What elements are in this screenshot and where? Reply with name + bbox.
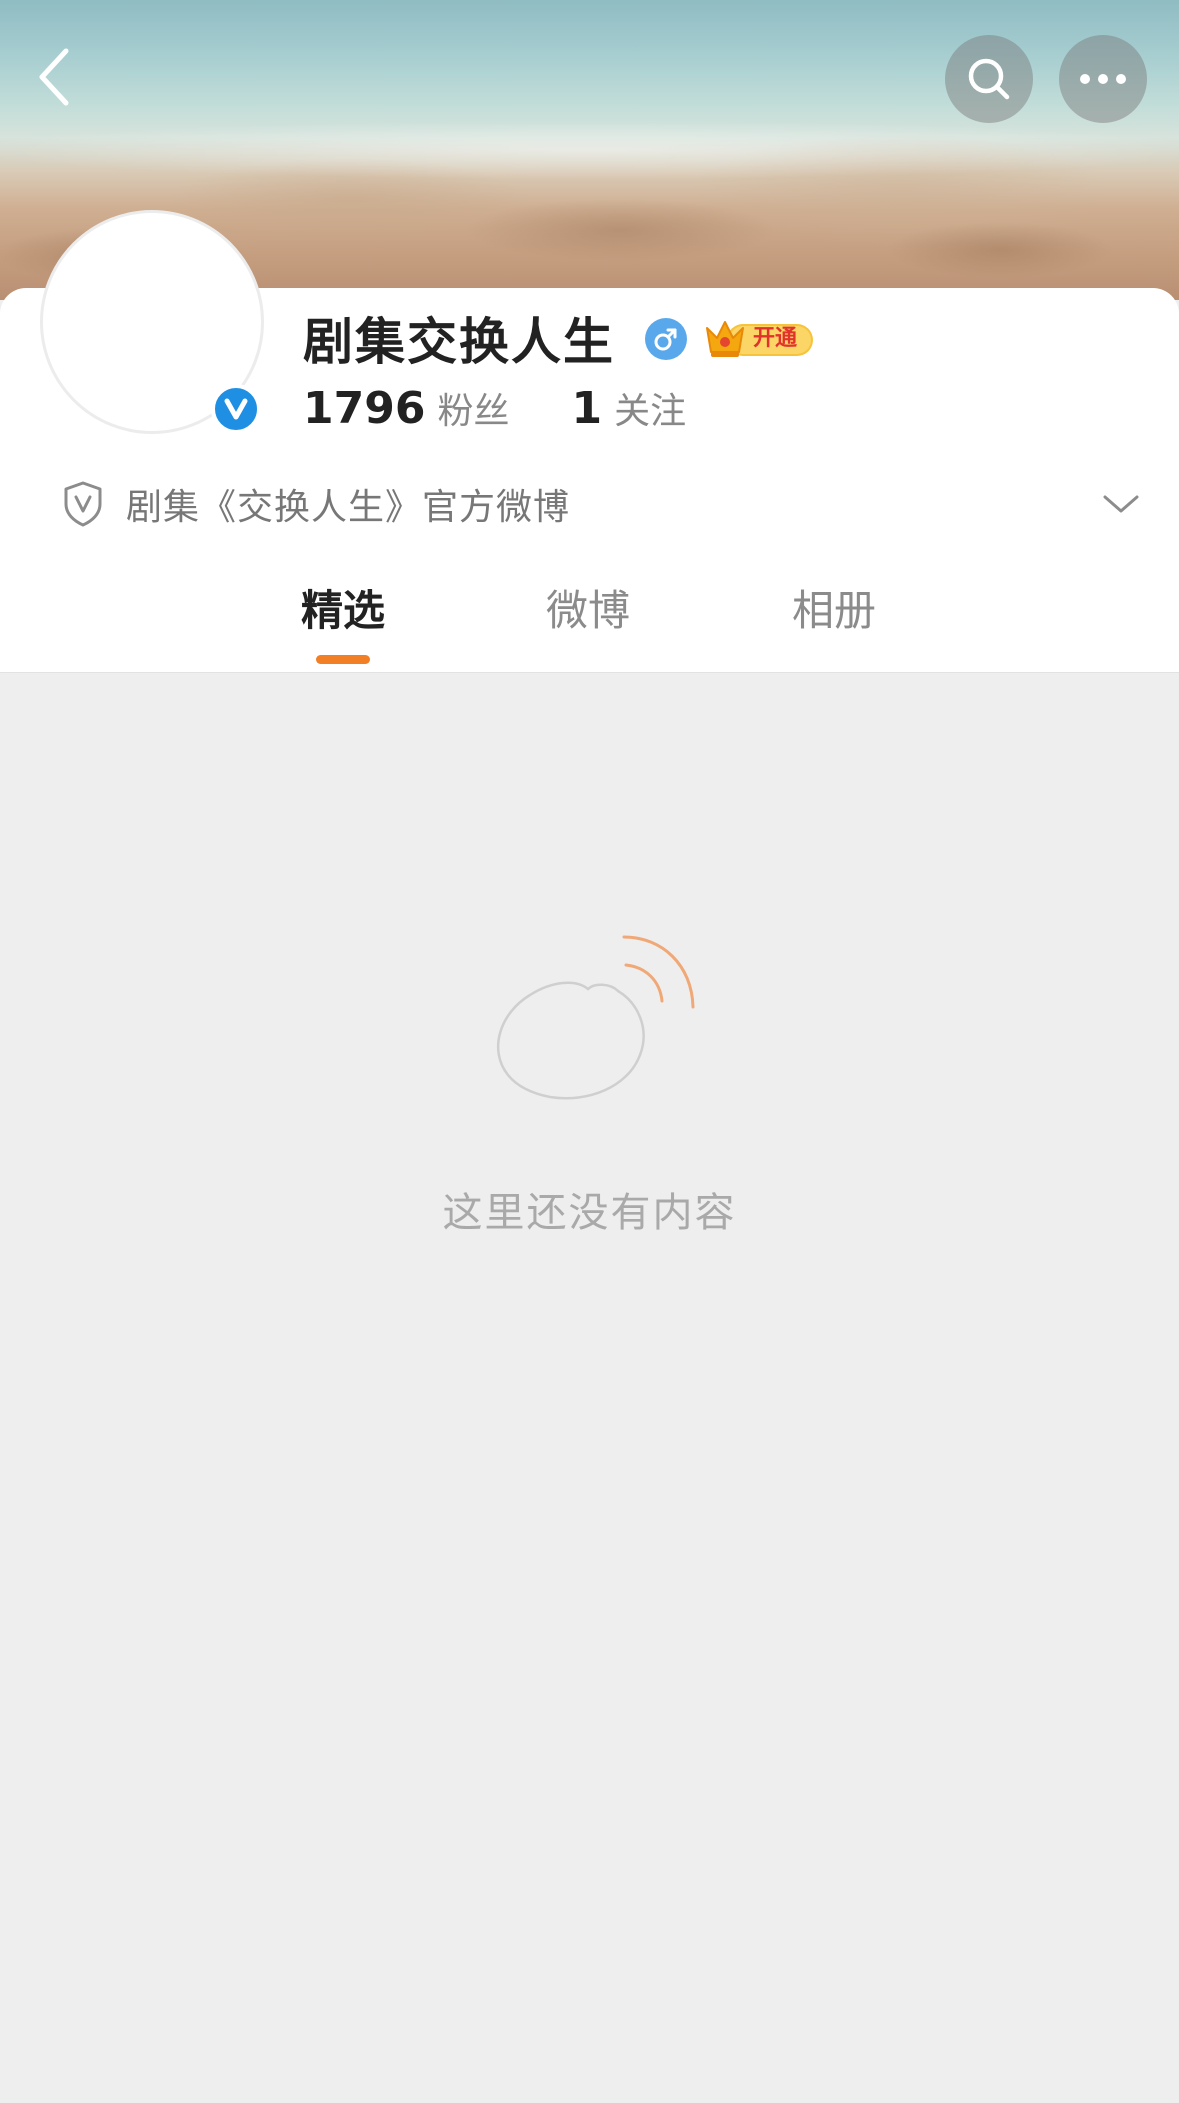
chevron-down-icon — [1103, 495, 1139, 513]
weibo-empty-icon — [496, 935, 695, 1100]
back-button[interactable] — [24, 42, 84, 112]
followers-count[interactable]: 1796 — [303, 383, 425, 434]
profile-name: 剧集交换人生 — [303, 313, 615, 371]
banner-wave-highlight — [0, 120, 1179, 180]
profile-description: 剧集《交换人生》官方微博 — [126, 487, 571, 528]
followers-label[interactable]: 粉丝 — [437, 382, 509, 434]
tab-featured[interactable]: 精选 — [298, 576, 388, 646]
empty-state-message: 这里还没有内容 — [442, 1190, 737, 1236]
tab-album[interactable]: 相册 — [789, 576, 879, 646]
expand-description-button[interactable] — [1098, 484, 1144, 524]
verified-v-icon — [224, 398, 248, 420]
tab-weibo[interactable]: 微博 — [543, 576, 633, 646]
chevron-left-icon — [39, 48, 69, 106]
profile-description-row[interactable]: 剧集《交换人生》官方微博 — [62, 476, 570, 532]
ellipsis-icon — [1080, 74, 1126, 84]
vip-open-badge[interactable]: 开通 — [703, 316, 815, 362]
gender-badge — [645, 318, 687, 360]
more-button[interactable] — [1059, 35, 1147, 123]
empty-state-illustration — [478, 925, 718, 1125]
following-label[interactable]: 关注 — [614, 382, 686, 434]
male-icon — [654, 328, 677, 351]
shield-v-icon — [64, 481, 102, 527]
search-button[interactable] — [945, 35, 1033, 123]
search-icon — [968, 58, 1010, 100]
active-tab-indicator — [316, 655, 370, 664]
following-count[interactable]: 1 — [571, 383, 602, 434]
vip-open-label: 开通 — [753, 326, 798, 351]
verified-badge — [211, 384, 261, 434]
profile-stats: 1796 粉丝 1 关注 — [303, 382, 686, 442]
